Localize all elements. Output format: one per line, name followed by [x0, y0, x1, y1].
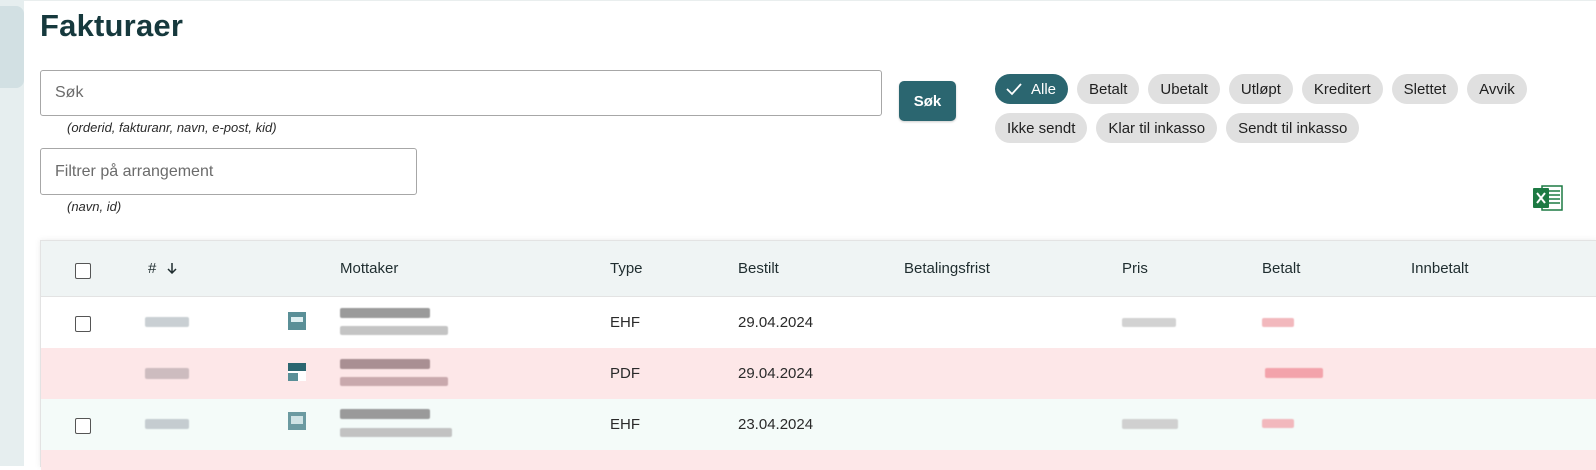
table-row[interactable]: PDF 29.04.2024	[41, 348, 1596, 400]
ordered-cell: 23.04.2024	[738, 416, 814, 433]
row-checkbox[interactable]	[75, 418, 91, 434]
search-placeholder: Søk	[55, 84, 84, 101]
filter-chip-ready-for-collection[interactable]: Klar til inkasso	[1096, 113, 1218, 143]
row-checkbox[interactable]	[75, 316, 91, 332]
column-header-label: #	[148, 260, 157, 277]
type-cell: EHF	[610, 314, 640, 331]
search-hint: (orderid, fakturanr, navn, e-post, kid)	[67, 120, 277, 135]
table-row[interactable]: EHF 23.04.2024	[41, 399, 1596, 451]
check-icon	[1006, 83, 1022, 96]
table-row[interactable]: EHF 29.04.2024	[41, 297, 1596, 349]
event-filter-placeholder: Filtrer på arrangement	[55, 162, 214, 180]
side-rail-tab[interactable]	[0, 6, 24, 88]
invoice-number-redacted	[145, 317, 189, 327]
event-filter-input[interactable]: Filtrer på arrangement	[40, 148, 417, 195]
column-header-paid[interactable]: Betalt	[1262, 260, 1300, 277]
column-header-ordered[interactable]: Bestilt	[738, 260, 779, 277]
filter-chip-label: Alle	[1031, 80, 1057, 98]
ordered-cell: 29.04.2024	[738, 314, 814, 331]
paid-redacted	[1262, 419, 1294, 428]
top-divider	[24, 0, 1596, 1]
column-header-type[interactable]: Type	[610, 260, 643, 277]
document-icon[interactable]	[287, 411, 307, 431]
ordered-cell: 29.04.2024	[738, 365, 814, 382]
filter-chip-unpaid[interactable]: Ubetalt	[1148, 74, 1220, 104]
document-icon[interactable]	[287, 311, 307, 331]
filter-chip-not-sent[interactable]: Ikke sendt	[995, 113, 1088, 143]
search-button[interactable]: Søk	[899, 81, 956, 121]
price-redacted	[1122, 419, 1178, 429]
column-header-received[interactable]: Innbetalt	[1411, 260, 1469, 277]
search-input[interactable]: Søk	[40, 70, 882, 116]
filter-chip-paid[interactable]: Betalt	[1077, 74, 1140, 104]
filter-chip-expired[interactable]: Utløpt	[1228, 74, 1293, 104]
event-filter-hint: (navn, id)	[67, 199, 122, 214]
column-header-number[interactable]: #	[148, 260, 177, 277]
recipient-email-redacted	[340, 428, 452, 437]
document-icon[interactable]	[287, 362, 307, 382]
paid-redacted	[1265, 368, 1323, 378]
arrow-down-icon	[166, 263, 177, 275]
column-header-due-date[interactable]: Betalingsfrist	[904, 260, 990, 277]
filter-chip-credited[interactable]: Kreditert	[1301, 74, 1383, 104]
filter-chip-deleted[interactable]: Slettet	[1391, 74, 1459, 104]
excel-icon[interactable]	[1533, 184, 1563, 212]
recipient-email-redacted	[340, 377, 448, 386]
price-redacted	[1122, 318, 1176, 327]
invoice-number-redacted	[145, 419, 189, 429]
paid-redacted	[1262, 318, 1294, 327]
column-header-price[interactable]: Pris	[1122, 260, 1148, 277]
invoice-number-redacted	[145, 368, 189, 379]
recipient-email-redacted	[340, 326, 448, 335]
status-filter-group: Alle Betalt Ubetalt Utløpt Kreditert Sle…	[995, 74, 1565, 143]
table-row[interactable]	[41, 450, 1596, 470]
recipient-name-redacted	[340, 409, 430, 419]
invoice-table: # Mottaker Type Bestilt Betalingsfrist P…	[40, 240, 1596, 470]
filter-chip-all[interactable]: Alle	[995, 74, 1069, 104]
filter-chip-deviation[interactable]: Avvik	[1467, 74, 1527, 104]
type-cell: PDF	[610, 365, 640, 382]
filter-chip-sent-to-collection[interactable]: Sendt til inkasso	[1226, 113, 1360, 143]
select-all-checkbox[interactable]	[75, 263, 91, 279]
column-header-recipient[interactable]: Mottaker	[340, 260, 398, 277]
recipient-name-redacted	[340, 308, 430, 318]
recipient-name-redacted	[340, 359, 430, 369]
table-header: # Mottaker Type Bestilt Betalingsfrist P…	[41, 241, 1596, 297]
page-title: Fakturaer	[40, 8, 184, 43]
type-cell: EHF	[610, 416, 640, 433]
